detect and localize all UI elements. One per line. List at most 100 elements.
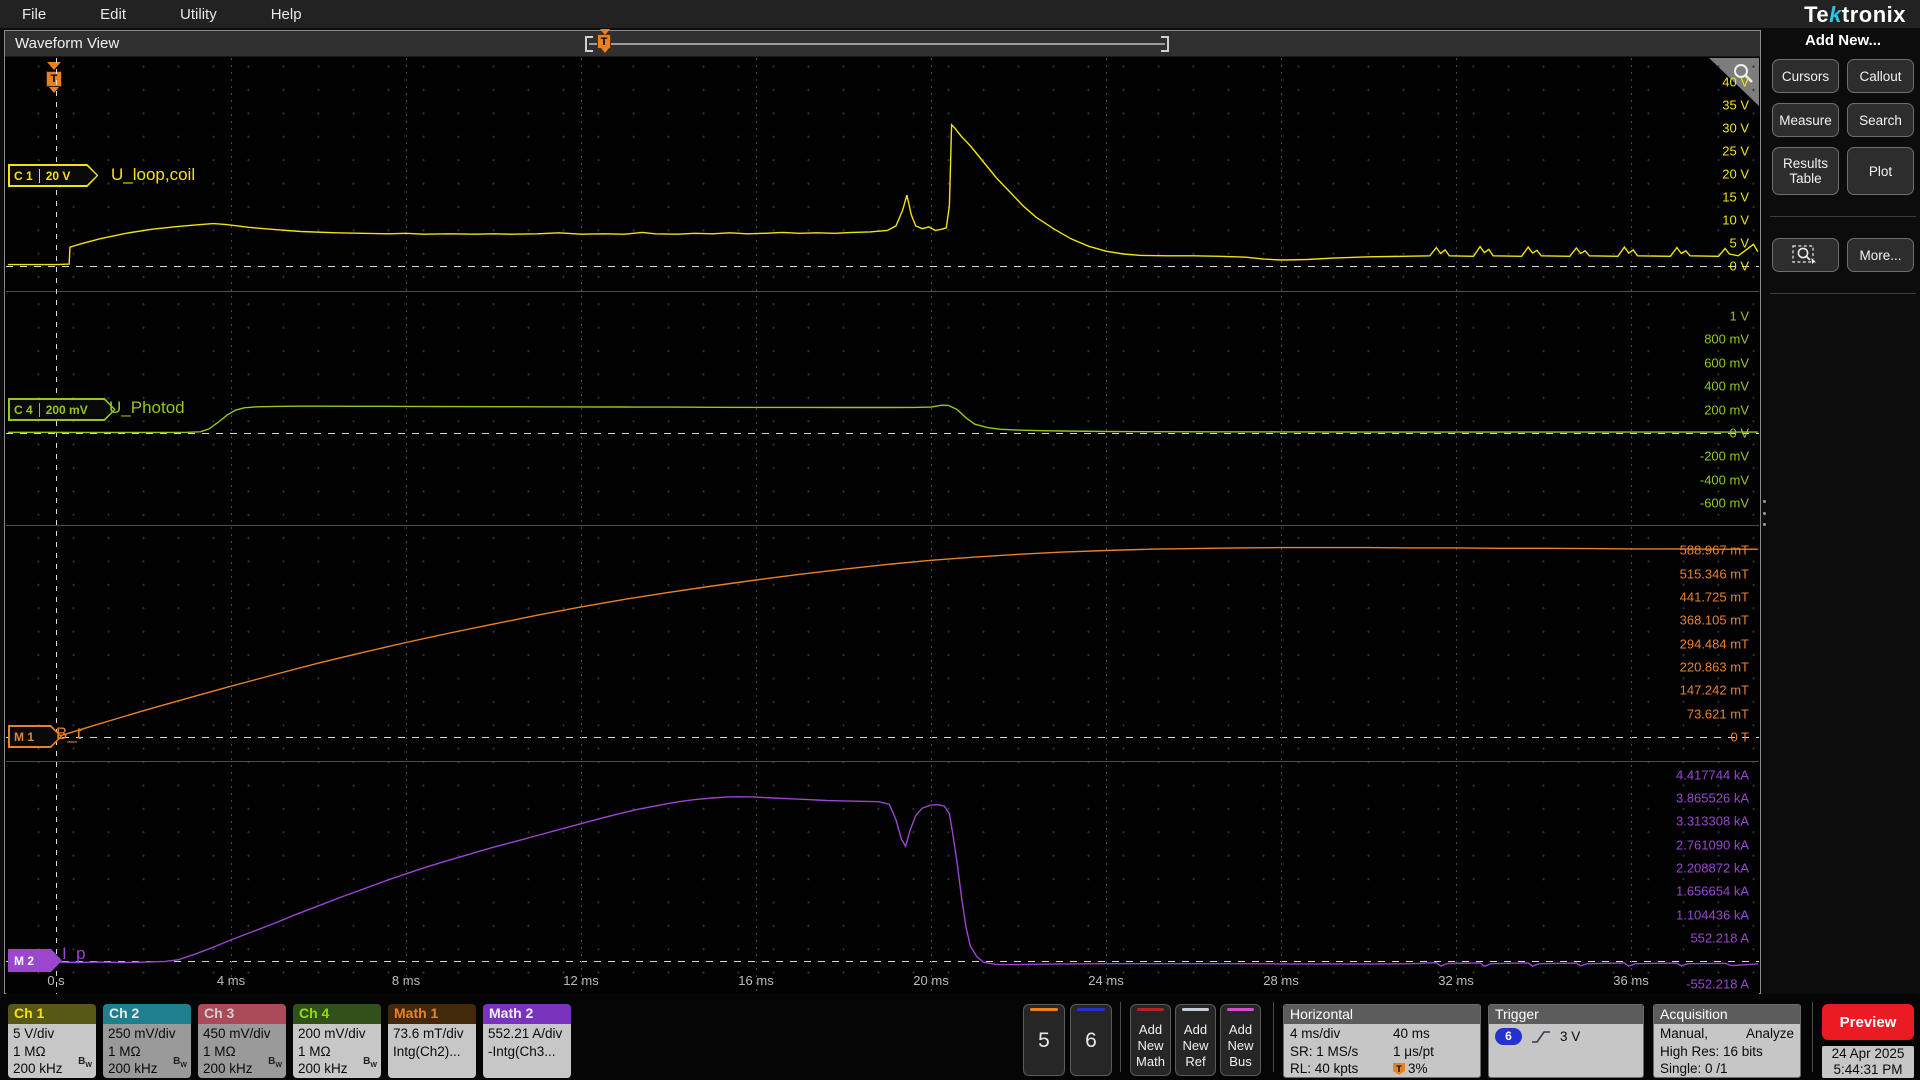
rising-edge-icon xyxy=(1532,1030,1550,1043)
overview-line xyxy=(589,43,1165,45)
callout-button[interactable]: Callout xyxy=(1847,59,1914,93)
trace-i-p[interactable] xyxy=(7,795,1758,968)
trace-u-photod[interactable] xyxy=(7,404,1758,434)
marker-cell: C 4 xyxy=(8,402,40,417)
slot-button-5[interactable]: 5 xyxy=(1023,1004,1065,1076)
add-color-stripe xyxy=(1137,1008,1164,1011)
sidebar-divider xyxy=(1770,216,1916,217)
add-new-bus-button[interactable]: Add New Bus xyxy=(1220,1004,1261,1076)
channel-badge-math-1[interactable]: Math 1 73.6 mT/div Intg(Ch2)... xyxy=(388,1004,476,1078)
slot-color-stripe xyxy=(1077,1008,1105,1011)
channel-badge-title: Ch 3 xyxy=(198,1004,286,1024)
horizontal-panel[interactable]: Horizontal 4 ms/div 40 ms SR: 1 MS/s 1 μs/… xyxy=(1283,1004,1481,1078)
bandwidth-icon: BW xyxy=(363,1055,377,1069)
acquisition-single: Single: 0 /1 xyxy=(1660,1061,1728,1076)
horizontal-panel-title: Horizontal xyxy=(1284,1005,1480,1024)
add-button-label: Add New Bus xyxy=(1227,1022,1254,1069)
channel-setting: 200 mV/div xyxy=(298,1026,366,1041)
channel-setting: Intg(Ch2)... xyxy=(393,1043,461,1059)
acquisition-highres: High Res: 16 bits xyxy=(1660,1043,1763,1059)
datetime-display: 24 Apr 2025 5:44:31 PM xyxy=(1822,1046,1914,1078)
record-length: RL: 40 kpts xyxy=(1290,1061,1359,1076)
channel-marker-m-1[interactable]: M 1 xyxy=(8,725,62,748)
menu-item-edit[interactable]: Edit xyxy=(100,6,126,23)
channel-setting: 73.6 mT/div xyxy=(393,1026,464,1041)
bandwidth-icon: BW xyxy=(173,1055,187,1069)
trace-label-i-p[interactable]: I_p xyxy=(62,944,86,964)
overview-left-bracket[interactable] xyxy=(585,36,593,52)
overview-right-bracket[interactable] xyxy=(1161,36,1169,52)
add-new-math-button[interactable]: Add New Math xyxy=(1130,1004,1171,1076)
channel-marker-m-2[interactable]: M 2 xyxy=(8,949,62,972)
plot-button[interactable]: Plot xyxy=(1847,147,1914,195)
horizontal-overview-bar[interactable]: T xyxy=(585,29,1169,53)
trace-label-b-t[interactable]: B_t xyxy=(56,724,82,744)
bottom-settings-bar: Horizontal 4 ms/div 40 ms SR: 1 MS/s 1 μs/… xyxy=(0,994,1920,1080)
trace-label-u-loop-coil[interactable]: U_loop,coil xyxy=(111,165,195,185)
channel-badge-body: 73.6 mT/div Intg(Ch2)... xyxy=(388,1024,476,1078)
channel-marker-c-4[interactable]: C 4 200 mV xyxy=(8,398,116,421)
sidebar-divider xyxy=(1770,293,1916,294)
channel-badge-title: Ch 1 xyxy=(8,1004,96,1024)
marker-cell: M 2 xyxy=(14,953,35,968)
more-button[interactable]: More... xyxy=(1847,238,1914,272)
channel-badge-body: 552.21 A/div -Intg(Ch3... xyxy=(483,1024,571,1078)
channel-marker-c-1[interactable]: C 1 20 V xyxy=(8,164,98,187)
trigger-position-icon: T xyxy=(1393,1062,1406,1075)
waveform-plot-area[interactable]: T 40 V35 V30 V25 V20 V15 V10 V5 V0 V1 V8… xyxy=(6,58,1759,994)
acquisition-analyze: Analyze xyxy=(1745,1026,1794,1041)
marker-cell: 200 mV xyxy=(45,402,88,417)
separator xyxy=(1120,1002,1121,1072)
acquisition-panel[interactable]: Acquisition Manual, Analyze High Res: 16… xyxy=(1653,1004,1801,1078)
preview-button[interactable]: Preview xyxy=(1822,1004,1914,1040)
logo-text-2: tronix xyxy=(1841,2,1906,27)
logo-k: k xyxy=(1829,2,1842,27)
channel-badge-body: 450 mV/div 1 MΩ 200 kHz BW xyxy=(198,1024,286,1078)
add-color-stripe xyxy=(1182,1008,1209,1011)
channel-badge-title: Math 2 xyxy=(483,1004,571,1024)
channel-setting: 5 V/div xyxy=(13,1026,55,1041)
marker-cell: 20 V xyxy=(45,168,71,183)
sidebar-button-grid: Cursors Callout Measure Search Results Table… xyxy=(1766,59,1920,305)
date: 24 Apr 2025 xyxy=(1831,1046,1905,1061)
add-button-label: Add New Math xyxy=(1136,1022,1165,1069)
bandwidth-icon: BW xyxy=(78,1055,92,1069)
horizontal-panel-body: 4 ms/div 40 ms SR: 1 MS/s 1 μs/pt RL: 40 k… xyxy=(1284,1024,1480,1077)
tektronix-logo: Tektronix xyxy=(1804,2,1906,28)
acquisition-mode: Manual, xyxy=(1660,1026,1709,1041)
trace-u-loop-coil[interactable] xyxy=(7,122,1759,266)
results-table-button[interactable]: Results Table xyxy=(1772,147,1839,195)
menu-item-file[interactable]: File xyxy=(22,6,46,23)
channel-badge-ch-1[interactable]: Ch 15 V/div 1 MΩ 200 kHz BW xyxy=(8,1004,96,1078)
trace-b-t[interactable] xyxy=(7,546,1758,738)
sample-rate: SR: 1 MS/s xyxy=(1290,1043,1359,1059)
channel-badge-ch-3[interactable]: Ch 3 450 mV/div 1 MΩ 200 kHz BW xyxy=(198,1004,286,1078)
trigger-panel[interactable]: Trigger 6 3 V xyxy=(1488,1004,1644,1078)
cursors-button[interactable]: Cursors xyxy=(1772,59,1839,93)
menu-item-utility[interactable]: Utility xyxy=(180,6,217,23)
channel-setting: 450 mV/div xyxy=(203,1026,271,1041)
waveform-window: Waveform View T T 40 V35 V30 V25 V20 V15… xyxy=(4,29,1761,994)
slot-button-6[interactable]: 6 xyxy=(1070,1004,1112,1076)
channel-badge-title: Ch 4 xyxy=(293,1004,381,1024)
logo-text: Te xyxy=(1804,2,1830,27)
zoom-select-button[interactable] xyxy=(1772,238,1839,272)
trace-label-u-photod[interactable]: U_Photod xyxy=(109,398,185,418)
overview-trigger-marker[interactable]: T xyxy=(597,29,611,53)
channel-badge-ch-4[interactable]: Ch 4 200 mV/div 1 MΩ 200 kHz BW xyxy=(293,1004,381,1078)
measure-button[interactable]: Measure xyxy=(1772,103,1839,137)
add-new-ref-button[interactable]: Add New Ref xyxy=(1175,1004,1216,1076)
trigger-panel-title: Trigger xyxy=(1489,1005,1643,1024)
channel-setting: 250 mV/div xyxy=(108,1026,176,1041)
channel-badge-title: Math 1 xyxy=(388,1004,476,1024)
search-button[interactable]: Search xyxy=(1847,103,1914,137)
menu-bar: File Edit Utility Help xyxy=(0,0,1920,28)
slot-color-stripe xyxy=(1030,1008,1058,1011)
add-new-header: Add New... xyxy=(1804,32,1882,49)
channel-badge-body: 250 mV/div 1 MΩ 200 kHz BW xyxy=(103,1024,191,1078)
channel-badge-math-2[interactable]: Math 2 552.21 A/div -Intg(Ch3... xyxy=(483,1004,571,1078)
channel-setting: 552.21 A/div xyxy=(488,1026,563,1041)
menu-item-help[interactable]: Help xyxy=(271,6,302,23)
trigger-source-badge: 6 xyxy=(1495,1028,1522,1045)
channel-badge-ch-2[interactable]: Ch 2 250 mV/div 1 MΩ 200 kHz BW xyxy=(103,1004,191,1078)
